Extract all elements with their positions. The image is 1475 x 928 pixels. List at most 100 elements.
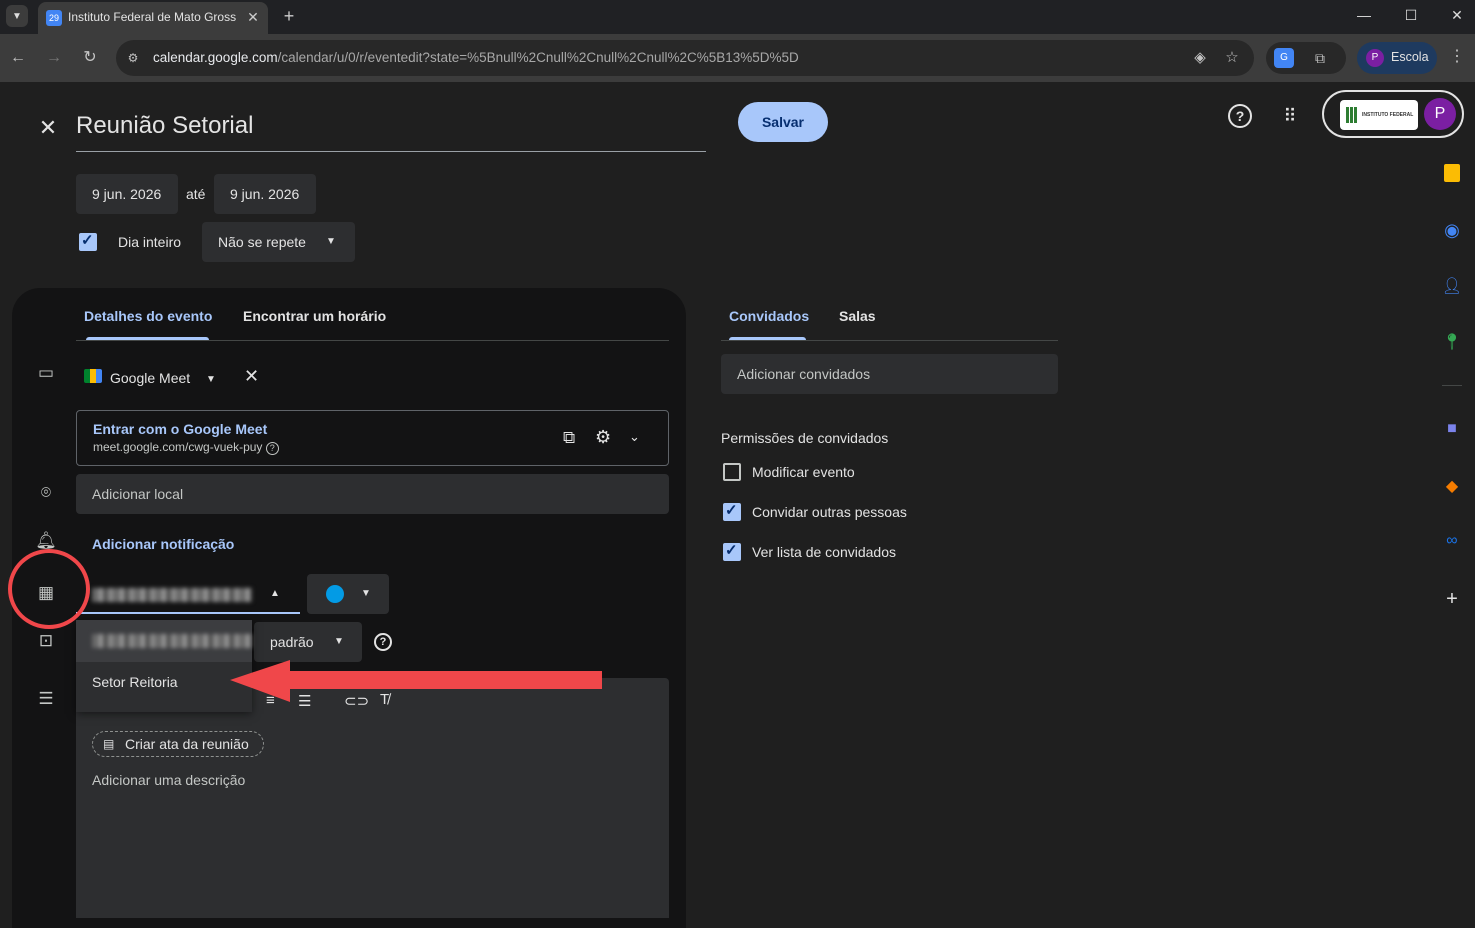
description-placeholder[interactable]: Adicionar uma descrição — [92, 772, 245, 788]
caret-down-icon: ▼ — [361, 588, 371, 599]
add-addon-icon[interactable]: + — [1430, 588, 1474, 612]
repeat-value: Não se repete — [218, 234, 306, 250]
copy-icon[interactable]: ⧉ — [563, 428, 575, 448]
apps-grid-icon[interactable]: ⠿ — [1278, 104, 1302, 128]
event-color-select[interactable]: ▼ — [307, 574, 389, 614]
teams-icon[interactable]: ■ — [1430, 420, 1474, 444]
repeat-select[interactable]: Não se repete ▼ — [202, 222, 355, 262]
extensions-puzzle-icon[interactable]: ⧉ — [1310, 48, 1330, 68]
create-meeting-notes-chip[interactable]: ▤ Criar ata da reunião — [92, 731, 264, 757]
caret-down-icon: ▼ — [326, 236, 336, 247]
tab-find-time[interactable]: Encontrar um horário — [243, 308, 386, 324]
add-guests-input[interactable]: Adicionar convidados — [721, 354, 1058, 394]
event-title: Reunião Setorial — [76, 112, 254, 139]
browser-tab-bar: ▼ 29 Instituto Federal de Mato Grosso ✕ … — [0, 0, 1475, 34]
forward-icon[interactable]: → — [42, 46, 66, 70]
permission-modify-label: Modificar evento — [752, 464, 855, 480]
caret-up-icon: ▲ — [270, 588, 280, 599]
site-info-icon[interactable]: ⚙ — [124, 49, 142, 67]
maps-icon[interactable]: 📍︎ — [1430, 332, 1474, 356]
tab-rooms[interactable]: Salas — [839, 308, 876, 324]
conference-provider[interactable]: Google Meet — [110, 370, 190, 386]
profile-button[interactable]: P Escola — [1357, 42, 1437, 74]
address-bar[interactable]: ⚙ calendar.google.com/calendar/u/0/r/eve… — [116, 40, 1254, 76]
event-edit-page: ✕ Reunião Setorial Salvar ? ⠿ INSTITUTO … — [0, 82, 1475, 928]
addon-orange-icon[interactable]: ◆ — [1430, 476, 1474, 500]
help-icon[interactable]: ? — [265, 442, 279, 455]
keep-icon[interactable] — [1430, 164, 1474, 188]
annotation-circle — [8, 549, 90, 629]
browser-toolbar: ← → ↻ ⚙ calendar.google.com/calendar/u/0… — [0, 34, 1475, 82]
caret-down-icon: ▼ — [334, 636, 344, 647]
tab-event-details[interactable]: Detalhes do evento — [84, 308, 212, 324]
end-date-chip[interactable]: 9 jun. 2026 — [214, 174, 316, 214]
description-editor[interactable]: ≡ ☰ ⊂⊃ T̸ — [76, 678, 669, 918]
profile-avatar: P — [1366, 49, 1384, 67]
tab-divider — [721, 340, 1058, 341]
addon-blue-icon[interactable]: ∞ — [1430, 532, 1474, 556]
url-path: /calendar/u/0/r/eventedit?state=%5Bnull%… — [277, 50, 799, 65]
maximize-button[interactable]: ☐ — [1388, 0, 1434, 30]
star-icon[interactable]: ☆ — [1223, 49, 1241, 67]
annotation-arrow — [230, 660, 602, 702]
tab-divider — [76, 340, 669, 341]
dropdown-option-setor-reitoria[interactable]: Setor Reitoria — [92, 674, 178, 690]
avatar[interactable]: P — [1424, 98, 1456, 130]
remove-conference-icon[interactable]: ✕ — [244, 366, 259, 387]
visibility-select[interactable]: padrão ▼ — [254, 622, 362, 662]
tab-close-icon[interactable]: ✕ — [244, 8, 262, 26]
add-notification-link[interactable]: Adicionar notificação — [92, 536, 234, 552]
gear-icon[interactable]: ⚙ — [595, 427, 611, 448]
url-host: calendar.google.com — [153, 50, 278, 65]
permission-invite-checkbox[interactable] — [723, 501, 741, 521]
account-switcher[interactable]: INSTITUTO FEDERAL P — [1322, 90, 1464, 138]
color-swatch — [326, 585, 344, 603]
window-close-button[interactable]: ✕ — [1434, 0, 1475, 30]
save-button[interactable]: Salvar — [738, 102, 828, 142]
permission-see-list-checkbox[interactable] — [723, 541, 741, 561]
chevron-down-icon[interactable]: ⌄ — [629, 429, 640, 445]
meet-url: meet.google.com/cwg-vuek-puy ? — [93, 440, 279, 455]
help-icon[interactable]: ? — [1228, 104, 1252, 128]
calendar-select[interactable]: ▲ — [76, 574, 300, 614]
join-meet-link[interactable]: Entrar com o Google Meet — [93, 421, 267, 437]
location-pin-icon: ⌾ — [40, 483, 52, 502]
extensions-area: G ⧉ — [1266, 42, 1346, 74]
permission-see-list-label: Ver lista de convidados — [752, 544, 896, 560]
minimize-button[interactable]: — — [1341, 0, 1387, 30]
translate-icon[interactable]: G — [1274, 48, 1294, 68]
tab-title: Instituto Federal de Mato Grosso — [68, 10, 236, 24]
tab-search-button[interactable]: ▼ — [6, 5, 28, 27]
meet-card: Entrar com o Google Meet meet.google.com… — [76, 410, 669, 466]
help-icon[interactable]: ? — [374, 633, 392, 651]
profile-label: Escola — [1391, 50, 1429, 64]
back-icon[interactable]: ← — [6, 46, 30, 70]
calendar-dropdown: Setor Reitoria — [76, 620, 252, 712]
url-text: calendar.google.com/calendar/u/0/r/event… — [153, 50, 799, 65]
meeting-notes-label: Criar ata da reunião — [125, 736, 249, 752]
tab-guests[interactable]: Convidados — [729, 308, 809, 324]
permission-invite-label: Convidar outras pessoas — [752, 504, 907, 520]
event-title-field[interactable]: Reunião Setorial — [76, 104, 706, 152]
browser-tab[interactable]: 29 Instituto Federal de Mato Grosso ✕ — [38, 2, 268, 34]
new-tab-button[interactable]: + — [278, 5, 300, 27]
caret-down-icon[interactable]: ▼ — [206, 374, 216, 385]
chevron-down-icon: ▼ — [12, 10, 22, 22]
start-date-chip[interactable]: 9 jun. 2026 — [76, 174, 178, 214]
browser-menu-icon[interactable]: ⋮ — [1449, 46, 1465, 70]
contacts-icon[interactable]: 👤︎ — [1430, 276, 1474, 300]
location-input[interactable]: Adicionar local — [76, 474, 669, 514]
close-icon[interactable]: ✕ — [36, 116, 60, 140]
reload-icon[interactable]: ↻ — [78, 46, 102, 70]
side-divider — [1442, 385, 1462, 386]
until-label: até — [186, 186, 206, 202]
all-day-label: Dia inteiro — [118, 234, 182, 250]
video-camera-icon: ▭ — [37, 363, 55, 382]
all-day-checkbox[interactable] — [79, 231, 97, 251]
tasks-icon[interactable]: ◉ — [1430, 220, 1474, 244]
dropdown-option[interactable] — [76, 620, 252, 662]
permission-modify-checkbox[interactable] — [723, 463, 741, 481]
eye-icon[interactable]: ◈ — [1191, 49, 1209, 67]
visibility-value: padrão — [270, 634, 314, 650]
google-meet-icon — [84, 369, 102, 383]
